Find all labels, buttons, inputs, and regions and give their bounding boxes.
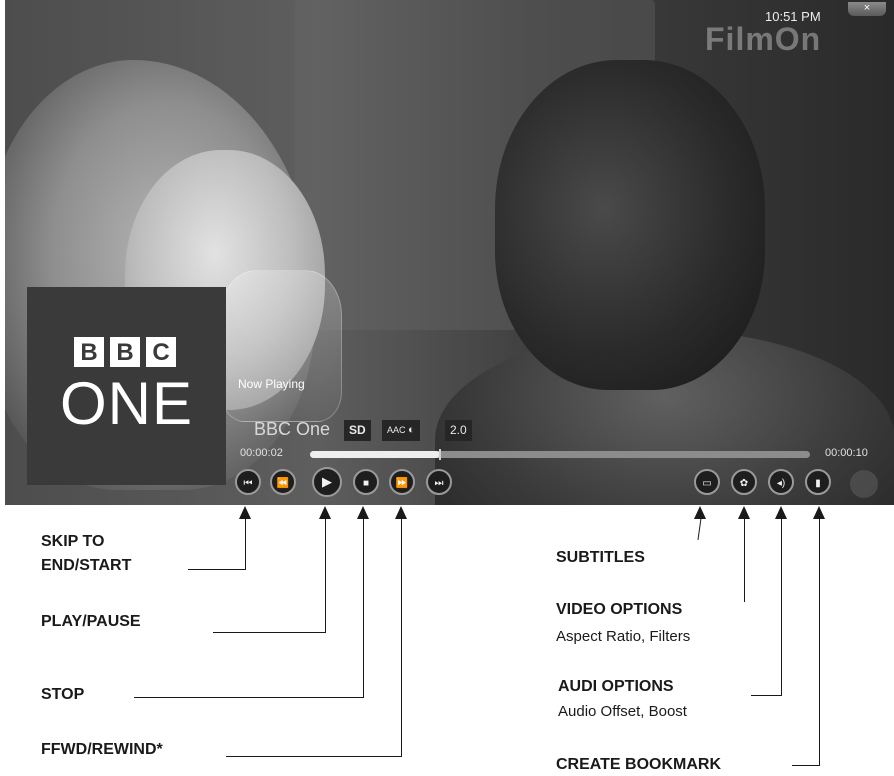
leader-line xyxy=(744,518,745,602)
arrow-icon xyxy=(357,506,369,519)
clock: 10:51 PM xyxy=(765,9,821,24)
ffwd-rewind-label: FFWD/REWIND* xyxy=(41,741,163,758)
arrow-icon xyxy=(813,506,825,519)
video-options-description: Aspect Ratio, Filters xyxy=(556,628,691,645)
time-elapsed: 00:00:02 xyxy=(240,447,283,459)
subtitles-button[interactable]: ▭ xyxy=(694,469,720,495)
leader-line xyxy=(188,569,246,570)
stop-button[interactable]: ■ xyxy=(353,469,379,495)
speaker-icon: ◂) xyxy=(776,478,786,489)
seek-bar-fill xyxy=(310,451,440,458)
skip-start-icon: ⏮ xyxy=(243,478,253,489)
play-icon: ▶ xyxy=(322,474,332,489)
arrow-icon xyxy=(319,506,331,519)
fast-forward-icon: ⏩ xyxy=(395,478,409,489)
fast-forward-button[interactable]: ⏩ xyxy=(389,469,415,495)
codec-badge: AAC ◐ xyxy=(382,420,420,441)
audio-options-button[interactable]: ◂) xyxy=(768,469,794,495)
leader-line xyxy=(325,518,326,633)
arrow-icon xyxy=(395,506,407,519)
arrow-icon xyxy=(775,506,787,519)
video-player[interactable]: FilmOn B B C ONE Now Playing BBC One SD … xyxy=(5,0,894,505)
logo-letter: B xyxy=(110,337,140,367)
arrow-icon xyxy=(239,506,251,519)
leader-line xyxy=(792,765,820,766)
play-pause-label: PLAY/PAUSE xyxy=(41,613,141,630)
time-total: 00:00:10 xyxy=(825,447,868,459)
subtitles-icon: ▭ xyxy=(702,478,712,489)
skip-label-line2: END/START xyxy=(41,557,132,574)
rewind-button[interactable]: ⏪ xyxy=(270,469,296,495)
filmon-logo: FilmOn xyxy=(705,21,822,57)
leader-line xyxy=(363,518,364,698)
leader-line xyxy=(781,518,782,696)
video-glass xyxy=(220,270,342,422)
skip-end-button[interactable]: ⏭ xyxy=(426,469,452,495)
video-options-label: VIDEO OPTIONS xyxy=(556,601,683,618)
now-playing-label: Now Playing xyxy=(238,377,305,391)
channels-badge: 2.0 xyxy=(445,420,472,441)
leader-line xyxy=(226,756,402,757)
channel-logo: B B C ONE xyxy=(27,287,226,485)
arrow-icon xyxy=(694,506,706,519)
logo-word: ONE xyxy=(59,370,194,437)
stop-icon: ■ xyxy=(362,478,370,489)
audio-options-label: AUDI OPTIONS xyxy=(558,678,674,695)
video-figure-man-head xyxy=(495,60,765,390)
rewind-icon: ⏪ xyxy=(276,478,290,489)
seek-bar[interactable] xyxy=(310,449,810,460)
leader-line xyxy=(213,632,326,633)
disabled-control-icon xyxy=(850,470,878,498)
leader-line xyxy=(245,518,246,570)
skip-start-button[interactable]: ⏮ xyxy=(235,469,261,495)
logo-letter: B xyxy=(74,337,104,367)
play-pause-button[interactable]: ▶ xyxy=(312,467,342,497)
dolby-icon: ◐ xyxy=(408,424,415,436)
film-reel-icon: ✿ xyxy=(739,478,749,489)
leader-line xyxy=(134,697,364,698)
audio-options-description: Audio Offset, Boost xyxy=(558,703,687,720)
subtitles-label: SUBTITLES xyxy=(556,549,645,566)
channel-name: BBC One xyxy=(254,419,331,439)
codec-label: AAC xyxy=(387,425,406,435)
skip-label-line1: SKIP TO xyxy=(41,533,105,550)
quality-badge: SD xyxy=(344,420,371,441)
stop-label: STOP xyxy=(41,686,85,703)
video-options-button[interactable]: ✿ xyxy=(731,469,757,495)
seek-bar-handle[interactable] xyxy=(439,449,441,460)
skip-end-icon: ⏭ xyxy=(434,478,444,489)
logo-letter: C xyxy=(146,337,176,367)
leader-line xyxy=(819,518,820,766)
leader-line xyxy=(697,518,702,540)
document-icon: ▮ xyxy=(815,478,821,489)
close-button[interactable]: × xyxy=(848,2,886,16)
leader-line xyxy=(401,518,402,757)
arrow-icon xyxy=(738,506,750,519)
bookmark-button[interactable]: ▮ xyxy=(805,469,831,495)
leader-line xyxy=(751,695,782,696)
bookmark-label: CREATE BOOKMARK xyxy=(556,756,722,773)
